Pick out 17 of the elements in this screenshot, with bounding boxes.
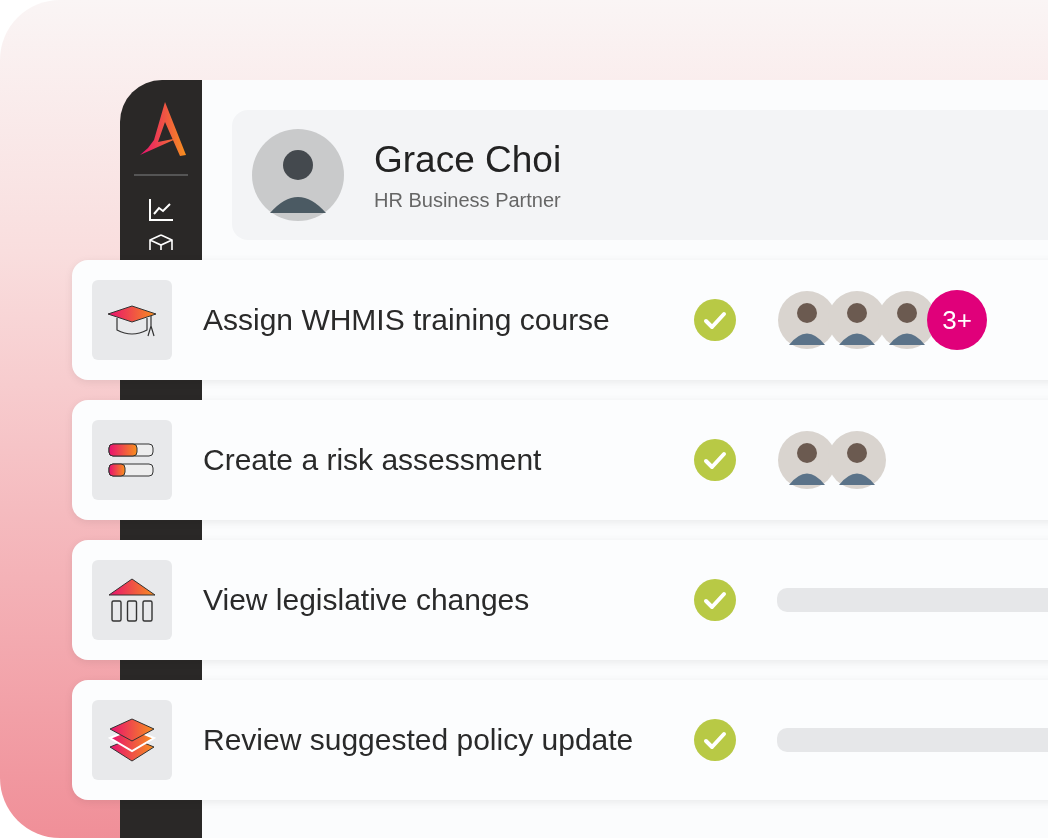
task-title: View legislative changes: [203, 583, 531, 617]
progress-bars-icon: [108, 442, 156, 478]
task-card[interactable]: Assign WHMIS training course 3+: [72, 260, 1048, 380]
task-card[interactable]: Review suggested policy update: [72, 680, 1048, 800]
cube-icon: [148, 234, 174, 250]
graduation-cap-icon: [106, 302, 158, 338]
task-card[interactable]: View legislative changes: [72, 540, 1048, 660]
layers-icon: [108, 717, 156, 763]
building-icon: [107, 577, 157, 623]
task-title: Review suggested policy update: [203, 723, 635, 757]
task-title: Create a risk assessment: [203, 443, 543, 477]
profile-name: Grace Choi: [374, 138, 562, 181]
line-chart-icon: [148, 198, 174, 222]
more-count-badge: 3+: [927, 290, 987, 350]
task-card[interactable]: Create a risk assessment: [72, 400, 1048, 520]
task-title: Assign WHMIS training course: [203, 303, 611, 337]
profile-role: HR Business Partner: [374, 188, 562, 212]
